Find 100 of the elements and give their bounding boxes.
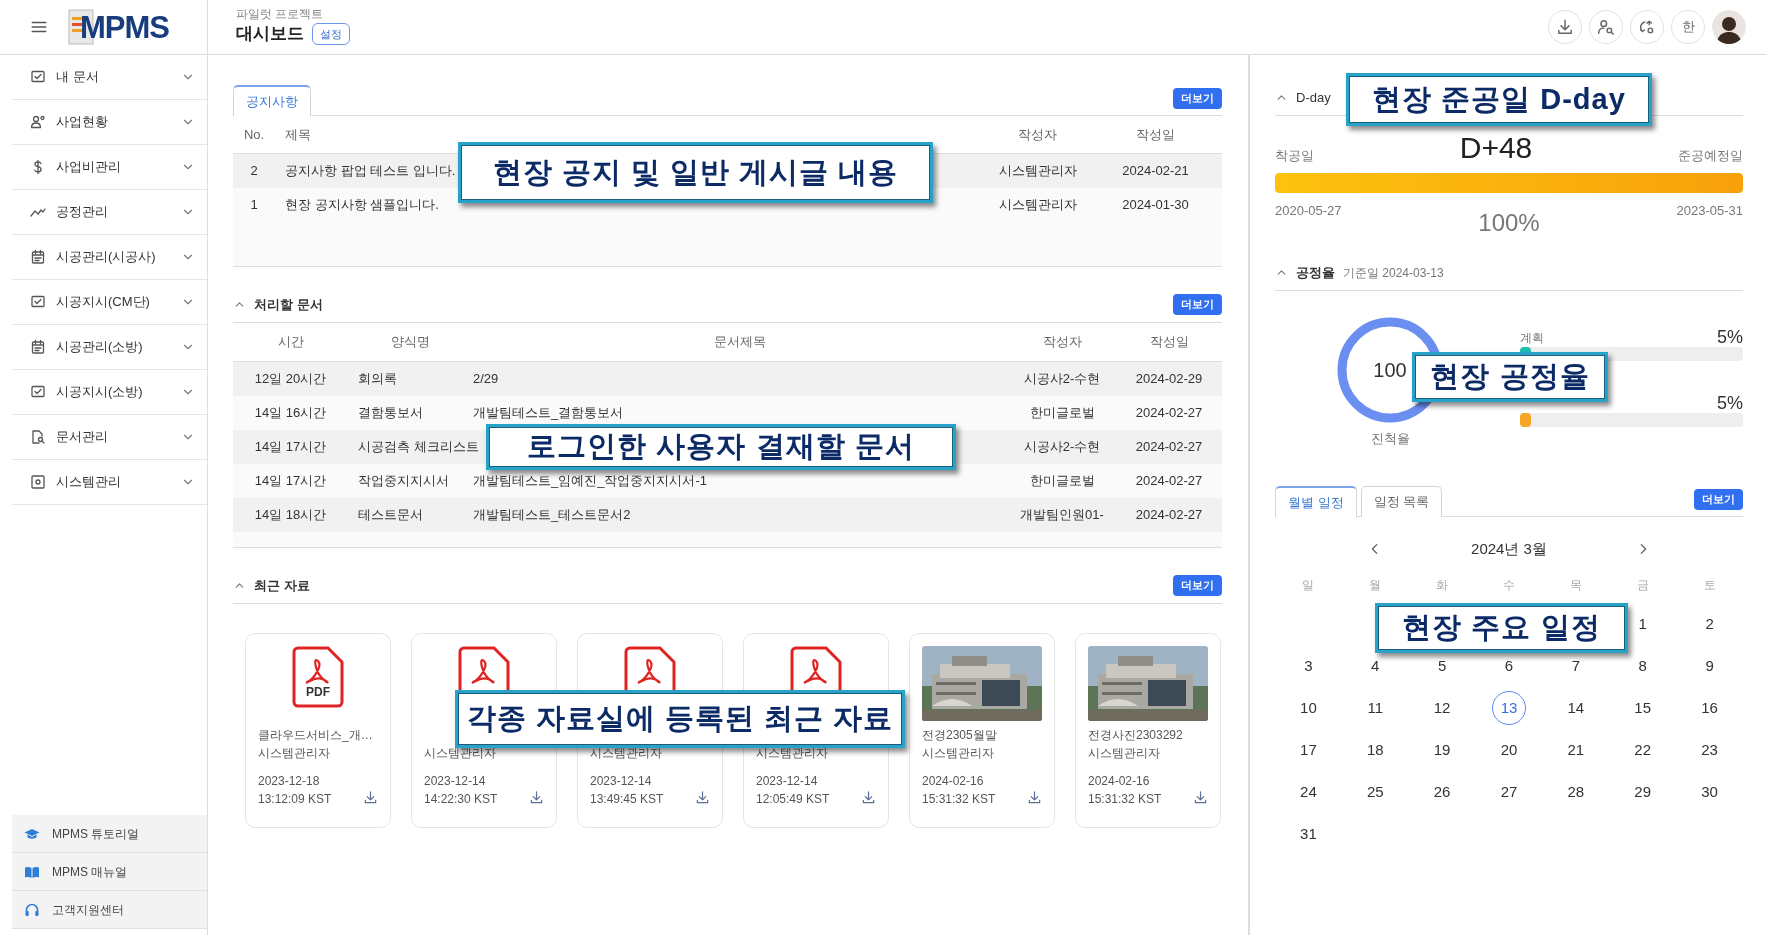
- document-search-icon: [30, 429, 46, 445]
- calendar-day[interactable]: 12: [1425, 691, 1460, 725]
- download-icon: [1556, 18, 1574, 36]
- calendar-day[interactable]: 31: [1291, 817, 1326, 851]
- download-icon[interactable]: [529, 790, 544, 805]
- file-name: 클라우드서비스_개…: [258, 727, 374, 744]
- file-author: 시스템관리자: [922, 745, 995, 762]
- download-icon[interactable]: [363, 790, 378, 805]
- logo[interactable]: MPMS: [80, 11, 169, 43]
- tab[interactable]: 일정 목록: [1360, 486, 1443, 517]
- more-button[interactable]: 더보기: [1173, 88, 1222, 109]
- calendar-day[interactable]: 23: [1692, 733, 1727, 767]
- table-cell: 14일 17시간: [254, 473, 327, 489]
- download-icon[interactable]: [1193, 790, 1208, 805]
- table-cell: 시스템관리자: [998, 197, 1077, 213]
- calendar-day[interactable]: 16: [1692, 691, 1727, 725]
- sidebar-link[interactable]: MPMS 매뉴얼: [12, 853, 207, 891]
- table-cell: 시스템관리자: [998, 163, 1077, 179]
- table-cell: 시공사2-수현: [1023, 439, 1101, 455]
- section-title: D-day: [1296, 88, 1331, 107]
- calendar-day[interactable]: 21: [1558, 733, 1593, 767]
- calendar-day[interactable]: 28: [1558, 775, 1593, 809]
- calendar-day[interactable]: 3: [1291, 649, 1326, 683]
- donut-label: 진척율: [1370, 430, 1410, 448]
- calendar-day[interactable]: 2: [1692, 607, 1727, 641]
- calendar-day[interactable]: 27: [1492, 775, 1526, 809]
- table-row[interactable]: 14일 18시간 테스트문서 개발팀테스트_테스트문서2 개발팀인원01- 2024-02-27: [233, 498, 1222, 532]
- tab[interactable]: 월별 일정: [1275, 486, 1357, 517]
- calendar-day[interactable]: 8: [1625, 649, 1660, 683]
- sidebar-item[interactable]: 시공지시(CM단): [12, 280, 207, 325]
- calendar-day[interactable]: 18: [1358, 733, 1393, 767]
- user-search-button[interactable]: [1589, 10, 1623, 44]
- file-date: 2024-02-16: [1088, 773, 1151, 790]
- sidebar-item[interactable]: 공정관리: [12, 190, 207, 235]
- calendar-day[interactable]: 24: [1291, 775, 1326, 809]
- calendar-day[interactable]: 17: [1291, 733, 1326, 767]
- column-header: 시간: [277, 334, 304, 350]
- more-button[interactable]: 더보기: [1173, 294, 1222, 315]
- calendar-day[interactable]: 14: [1558, 691, 1593, 725]
- base-date: 기준일 2024-03-13: [1343, 264, 1444, 282]
- sync-icon: [1638, 18, 1656, 36]
- file-time: 12:05:49 KST: [756, 791, 830, 808]
- bar-reading: 5%: [1717, 393, 1743, 413]
- sidebar-item[interactable]: 시공관리(시공사): [12, 235, 207, 280]
- sidebar-item[interactable]: 시스템관리: [12, 460, 207, 505]
- start-date: 2020-05-27: [1275, 202, 1342, 220]
- file-time: 13:12:09 KST: [258, 791, 332, 808]
- file-date: 2023-12-14: [756, 773, 819, 790]
- user-search-icon: [1597, 18, 1615, 36]
- download-icon[interactable]: [695, 790, 710, 805]
- calendar-day[interactable]: 1: [1625, 607, 1660, 641]
- tab[interactable]: 공지사항: [233, 85, 311, 116]
- table-row[interactable]: 12일 20시간 회의록 2/29 시공사2-수현 2024-02-29: [233, 362, 1222, 396]
- more-button[interactable]: 더보기: [1694, 489, 1743, 510]
- settings-icon: [30, 474, 46, 490]
- calendar-day[interactable]: 15: [1625, 691, 1660, 725]
- file-card[interactable]: 전경2305월말 시스템관리자 2024-02-16 15:31:32 KST: [909, 633, 1055, 828]
- sidebar-item[interactable]: 시공관리(소방): [12, 325, 207, 370]
- calendar-day[interactable]: 9: [1692, 649, 1727, 683]
- sidebar-item[interactable]: 시공지시(소방): [12, 370, 207, 415]
- download-icon[interactable]: [861, 790, 876, 805]
- table-cell: 14일 17시간: [254, 439, 327, 455]
- download-button[interactable]: [1548, 10, 1582, 44]
- table-cell: 시공검측 체크리스트: [358, 439, 479, 455]
- sidebar-item[interactable]: 문서관리: [12, 415, 207, 460]
- download-icon[interactable]: [1027, 790, 1042, 805]
- annotation-tooltip: 각종 자료실에 등록된 최근 자료: [455, 690, 905, 748]
- file-time: 15:31:32 KST: [922, 791, 996, 808]
- settings-button[interactable]: 설정: [312, 22, 350, 46]
- sidebar-item[interactable]: 사업비관리: [12, 145, 207, 190]
- month-title: 2024년 3월: [1470, 538, 1548, 559]
- calendar-day[interactable]: 20: [1492, 733, 1526, 767]
- calendar-day[interactable]: 30: [1692, 775, 1727, 809]
- avatar[interactable]: [1712, 10, 1746, 44]
- weekday-label: 금: [1636, 577, 1649, 594]
- file-time: 13:49:45 KST: [590, 791, 664, 808]
- calendar-day[interactable]: 11: [1358, 691, 1393, 725]
- annotation-tooltip: 현장 주요 일정: [1375, 603, 1628, 653]
- file-card[interactable]: PDF 클라우드서비스_개… 시스템관리자 2023-12-18 13:12:09 KST: [245, 633, 391, 828]
- calendar-day[interactable]: 19: [1425, 733, 1460, 767]
- table-row[interactable]: 14일 17시간 작업중지지시서 개발팀테스트_임예진_작업중지지시서-1 한미글로벌 2024-02-27: [233, 464, 1222, 498]
- sidebar-link[interactable]: 고객지원센터: [12, 891, 207, 929]
- annotation-tooltip: 로그인한 사용자 결재할 문서: [486, 424, 956, 470]
- more-button[interactable]: 더보기: [1173, 575, 1222, 596]
- sync-button[interactable]: [1630, 10, 1664, 44]
- sidebar-item[interactable]: 내 문서: [12, 55, 207, 100]
- sidebar-item[interactable]: 사업현황: [12, 100, 207, 145]
- file-date: 2023-12-14: [424, 773, 487, 790]
- file-time: 14:22:30 KST: [424, 791, 498, 808]
- language-button[interactable]: 한: [1671, 10, 1705, 44]
- file-card[interactable]: 전경사진2303292 시스템관리자 2024-02-16 15:31:32 KST: [1075, 633, 1221, 828]
- calendar-day[interactable]: 29: [1625, 775, 1660, 809]
- table-row[interactable]: 14일 16시간 결함통보서 개발팀테스트_결함통보서 한미글로벌 2024-02-27: [233, 396, 1222, 430]
- table-cell: 개발팀테스트_결함통보서: [473, 405, 624, 421]
- calendar-day[interactable]: 22: [1625, 733, 1660, 767]
- calendar-day[interactable]: 25: [1358, 775, 1393, 809]
- project-name: 파일럿 프로젝트: [236, 7, 325, 22]
- sidebar-link[interactable]: MPMS 튜토리얼: [12, 815, 207, 853]
- calendar-day[interactable]: 26: [1425, 775, 1460, 809]
- calendar-day[interactable]: 10: [1291, 691, 1326, 725]
